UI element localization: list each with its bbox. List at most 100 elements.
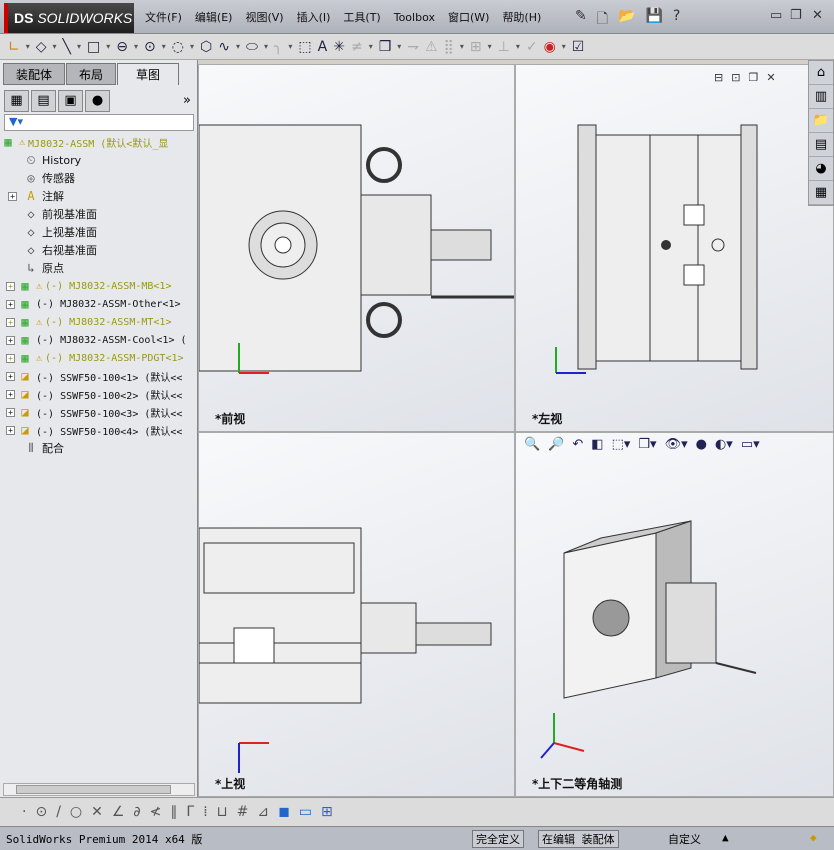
pushpin-icon[interactable]: ✎: [575, 8, 587, 32]
custom-properties-icon[interactable]: ▦: [809, 181, 833, 205]
corner-icon[interactable]: Γ: [186, 804, 194, 820]
spline-icon[interactable]: ∿: [218, 39, 230, 55]
expand-toggle[interactable]: +: [6, 371, 15, 381]
close-view-icon[interactable]: ✕: [766, 71, 775, 84]
design-library-icon[interactable]: ▥: [809, 85, 833, 109]
display-style-icon[interactable]: ❒▾: [638, 437, 656, 452]
filter-input[interactable]: ▼▾: [4, 114, 194, 131]
ellipse-icon[interactable]: ⬭: [246, 39, 258, 55]
tile-icon[interactable]: ⊞: [321, 804, 333, 820]
menu-item[interactable]: Toolbox: [394, 11, 435, 24]
tree-item[interactable]: ◇ 前视基准面: [0, 205, 197, 223]
tree-item[interactable]: ▦ ⚠ MJ8032-ASSM (默认<默认_显: [0, 133, 197, 151]
expand-toggle[interactable]: +: [6, 299, 15, 309]
tree-item[interactable]: + ◪ (-) SSWF50-100<4> (默认<<: [0, 421, 197, 439]
slot-icon[interactable]: ⊖: [116, 39, 128, 55]
move-icon[interactable]: ⊞: [470, 39, 482, 55]
viewport-left[interactable]: ⊟ ⊡ ❐ ✕ *左视: [515, 64, 834, 432]
tree-item[interactable]: + ▦ (-) MJ8032-ASSM-Other<1>: [0, 295, 197, 313]
units-selector[interactable]: 自定义: [668, 831, 701, 847]
offset-icon[interactable]: ⇁: [407, 39, 419, 55]
expand-toggle[interactable]: +: [6, 317, 15, 327]
tree-item[interactable]: + A 注解: [0, 187, 197, 205]
tree-item[interactable]: + ◪ (-) SSWF50-100<1> (默认<<: [0, 367, 197, 385]
trim-icon[interactable]: ≠: [351, 39, 363, 55]
perpendicular-icon[interactable]: ≮: [150, 804, 162, 820]
tree-item[interactable]: + ▦ (-) MJ8032-ASSM-Cool<1> (: [0, 331, 197, 349]
angle-icon[interactable]: ∠: [112, 804, 125, 820]
circle-icon[interactable]: ⊙: [144, 39, 156, 55]
restore-view-icon[interactable]: ❐: [748, 71, 758, 84]
smart-dimension-icon[interactable]: ◇: [36, 39, 47, 55]
appearance-icon[interactable]: ●: [696, 437, 707, 452]
viewport-top[interactable]: *上视: [198, 432, 515, 797]
feature-manager-icon[interactable]: ▦: [4, 90, 29, 112]
rapid-sketch-icon[interactable]: ☑: [572, 39, 585, 55]
relations-icon[interactable]: ⊥: [498, 39, 510, 55]
expand-toggle[interactable]: +: [6, 389, 15, 399]
dimension-icon[interactable]: ⊔: [217, 804, 228, 820]
tag-icon[interactable]: ◆: [810, 831, 817, 844]
close-button[interactable]: ✕: [812, 8, 823, 23]
expand-more-icon[interactable]: »: [183, 93, 191, 108]
previous-view-icon[interactable]: ↶: [572, 437, 583, 452]
menu-item[interactable]: 文件(F): [145, 9, 182, 25]
text-icon[interactable]: A: [318, 39, 328, 55]
expand-toggle[interactable]: +: [6, 335, 15, 345]
viewport-isometric[interactable]: 🔍 🔎 ↶ ◧ ⬚▾ ❒▾ 👁▾ ● ◐▾ ▭▾ *上下二等角轴测: [515, 432, 834, 797]
parallel-icon[interactable]: ∥: [170, 804, 177, 820]
configuration-manager-icon[interactable]: ▣: [58, 90, 83, 112]
tab-2[interactable]: 草图: [117, 63, 180, 85]
menu-item[interactable]: 编辑(E): [195, 9, 233, 25]
tree-item[interactable]: ⫴ 配合: [0, 439, 197, 457]
scene-icon[interactable]: ◐▾: [715, 437, 733, 452]
hide-show-icon[interactable]: 👁▾: [665, 437, 688, 452]
tree-item[interactable]: + ◪ (-) SSWF50-100<2> (默认<<: [0, 385, 197, 403]
zoom-to-fit-icon[interactable]: 🔍: [524, 437, 540, 452]
expand-toggle[interactable]: +: [6, 281, 15, 291]
expand-toggle[interactable]: +: [6, 407, 15, 417]
tree-item[interactable]: + ◪ (-) SSWF50-100<3> (默认<<: [0, 403, 197, 421]
expand-toggle[interactable]: +: [6, 425, 15, 435]
pattern-icon[interactable]: ⣿: [444, 39, 454, 55]
save-icon[interactable]: 💾: [645, 8, 662, 32]
units-up-icon[interactable]: ▲: [722, 831, 729, 844]
plane-icon[interactable]: ⬚: [298, 39, 311, 55]
midpoint-icon[interactable]: ⁞: [203, 804, 207, 820]
home-icon[interactable]: ⌂: [809, 61, 833, 85]
expand-toggle[interactable]: +: [6, 353, 15, 363]
fillet-icon[interactable]: ╮: [274, 39, 282, 55]
tab-1[interactable]: 布局: [66, 63, 117, 85]
tree-item[interactable]: ↳ 原点: [0, 259, 197, 277]
repair-icon[interactable]: ✓: [526, 39, 538, 55]
point-icon[interactable]: ✳: [333, 39, 345, 55]
zoom-to-area-icon[interactable]: 🔎: [548, 437, 564, 452]
tree-item[interactable]: + ▦ ⚠ (-) MJ8032-ASSM-MB<1>: [0, 277, 197, 295]
open-file-icon[interactable]: 📂: [618, 8, 635, 32]
view-orientation-icon[interactable]: ⬚▾: [612, 437, 631, 452]
view-palette-icon[interactable]: ▤: [809, 133, 833, 157]
tree-item[interactable]: + ▦ ⚠ (-) MJ8032-ASSM-MT<1>: [0, 313, 197, 331]
file-explorer-icon[interactable]: 📁: [809, 109, 833, 133]
help-icon[interactable]: ?: [673, 8, 680, 32]
convert-entities-icon[interactable]: ❒: [379, 39, 392, 55]
split-view-icon[interactable]: ⊟: [714, 71, 723, 84]
rectangle-icon[interactable]: □: [87, 39, 100, 55]
view-settings-icon[interactable]: ▭▾: [741, 437, 760, 452]
line-icon[interactable]: /: [56, 804, 61, 820]
menu-item[interactable]: 视图(V): [245, 9, 283, 25]
intersection-icon[interactable]: ✕: [91, 804, 103, 820]
circle-center-icon[interactable]: ⊙: [35, 804, 47, 820]
property-manager-icon[interactable]: ▤: [31, 90, 56, 112]
tree-item[interactable]: ◇ 右视基准面: [0, 241, 197, 259]
minimize-button[interactable]: ▭: [770, 8, 782, 23]
polygon-icon[interactable]: ⬡: [200, 39, 212, 55]
menu-item[interactable]: 窗口(W): [448, 9, 489, 25]
filter-icon[interactable]: ▼▾: [9, 115, 23, 128]
shaded-cube-icon[interactable]: ◼: [278, 804, 290, 820]
section-view-icon[interactable]: ◧: [591, 437, 603, 452]
new-file-icon[interactable]: 🗋: [597, 8, 608, 32]
point-icon[interactable]: ·: [22, 804, 26, 820]
arc-icon[interactable]: ◌: [172, 39, 184, 55]
line-icon[interactable]: ╲: [63, 39, 71, 55]
